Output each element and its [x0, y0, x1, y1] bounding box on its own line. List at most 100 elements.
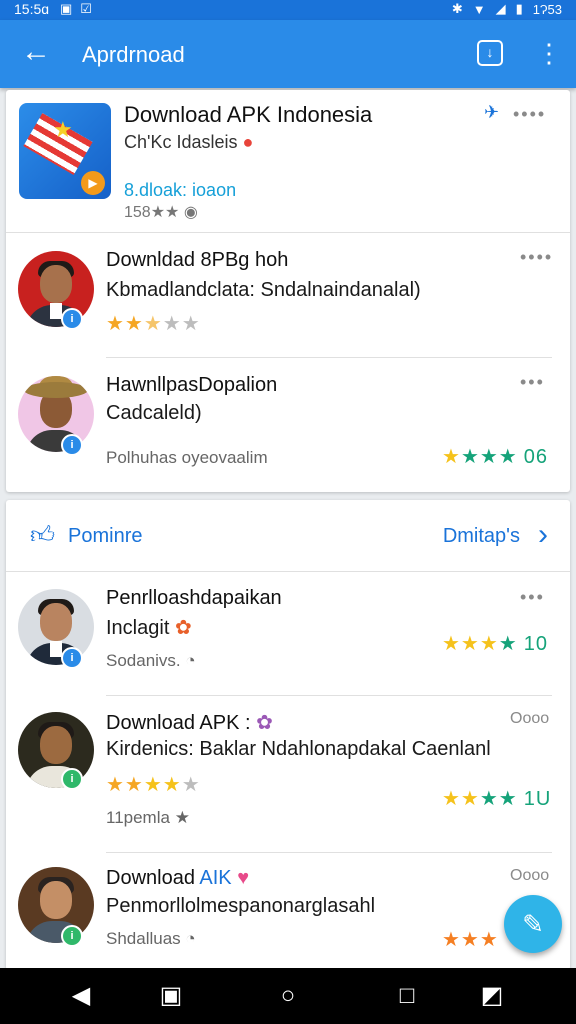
nav-home-icon[interactable]: ○ [273, 981, 303, 1011]
bluetooth-icon: ✱ [451, 1, 463, 16]
play-icon: ▶ [81, 171, 105, 195]
system-icons: ✱ ▼ ◢ ▮ 1Ɂ53 [452, 1, 562, 17]
heart-icon: ♥ [237, 867, 250, 889]
item-meta-text: 11pemla [106, 808, 170, 827]
avatar [18, 376, 94, 452]
item-subtitle: Kbmadlandclata: Sndalnaindanalal) [106, 279, 421, 301]
flower-icon: ✿ [174, 617, 192, 639]
item-title-text: Download [106, 867, 195, 889]
image-notification-icon: ▣ [60, 1, 73, 16]
list-item[interactable]: i Penrlloashdapaikan Inclagit ✿ Sodanivs… [6, 573, 570, 695]
avatar-face [40, 603, 72, 641]
section-header: 👍︎ Pominre Dmitap's › [6, 500, 570, 572]
verified-badge-icon: i [61, 925, 83, 947]
featured-link[interactable]: 8.dloak: ioaon [124, 180, 236, 201]
featured-title: Download APK Indonesia [124, 102, 373, 127]
item-subtitle: Penmorllolmespanonarglasahl [106, 895, 376, 917]
more-vert-icon[interactable]: ⋮ [536, 34, 562, 74]
nav-recents-icon[interactable]: □ [392, 981, 422, 1011]
item-subtitle-text: Inclagit [106, 617, 170, 639]
avatar-face [40, 726, 72, 764]
nav-overview-icon[interactable]: ◩ [477, 981, 507, 1011]
nav-back-icon[interactable]: ◀ [66, 981, 96, 1011]
app-bar-title: Aprdrnoad [82, 42, 185, 67]
verified-badge-icon: i [61, 768, 83, 790]
signal-icon: ◢ [495, 1, 506, 16]
rating-stars: ★★★★ 06 [442, 446, 548, 468]
avatar-collar [50, 641, 62, 657]
rating-score: 06 [523, 446, 548, 468]
popular-card: 👍︎ Pominre Dmitap's › i Penrlloashdapaik… [6, 500, 570, 970]
avatar-face [40, 265, 72, 303]
section-title: Pominre [68, 525, 143, 547]
item-more-icon[interactable]: •••• [520, 247, 553, 268]
item-meta: Polhuhas oyeovaalim [106, 448, 268, 467]
list-item[interactable]: i HawnllpasDopalion Cadcaleld) Polhuhas … [6, 358, 570, 492]
item-subtitle: Inclagit ✿ [106, 615, 192, 640]
item-title: Download APK : ✿ [106, 710, 273, 735]
status-bar: 15:5ɑ ▣ ☑ ✱ ▼ ◢ ▮ 1Ɂ53 [0, 0, 576, 20]
item-meta-text: Shdalluas [106, 929, 181, 948]
edit-fab[interactable]: ✎ [504, 895, 562, 953]
featured-row[interactable]: ★ ▶ Download APK Indonesia Ch'Kc Idaslei… [6, 90, 570, 232]
rating-stars: ★★★★ 10 [442, 633, 548, 655]
like-icon: 👍︎ [30, 522, 56, 549]
emoji-icon: ✿ [256, 712, 273, 734]
list-item[interactable]: i Download AIK ♥ Penmorllolmespanonargla… [6, 853, 570, 970]
avatar [18, 867, 94, 943]
check-notification-icon: ☑ [80, 1, 92, 16]
avatar-hat [24, 382, 88, 398]
apk-app-icon: ★ ▶ [19, 103, 111, 199]
verified-badge-icon: i [61, 647, 83, 669]
item-more-icon[interactable]: ••• [520, 372, 545, 393]
item-more-icon[interactable]: ••• [520, 587, 545, 608]
rating-stars: ★★★★ 1U [442, 788, 552, 810]
featured-subtitle: Ch'Kc Idasleis ● [124, 132, 253, 153]
clock-icon: ◔ [185, 651, 196, 670]
rating-score: 10 [523, 633, 548, 655]
list-item[interactable]: i Download APK : ✿ Kirdenics: Baklar Nda… [6, 696, 570, 852]
item-more-icon[interactable]: Oooo [510, 867, 549, 885]
notification-icons: ▣ ☑ [60, 1, 92, 17]
nav-app-icon[interactable]: ▣ [156, 981, 186, 1011]
section-more-link[interactable]: Dmitap's [443, 525, 520, 548]
star-icon: ★ [53, 117, 73, 142]
rating-score: 1U [523, 788, 552, 810]
clock-icon: ◔ [185, 929, 196, 948]
star-icon: ★ [174, 808, 190, 827]
rating-stars: ★★★ [442, 929, 499, 951]
download-icon[interactable]: ↓ [477, 40, 503, 66]
item-subtitle: Cadcaleld) [106, 402, 202, 424]
status-clock-right: 1Ɂ53 [532, 1, 562, 17]
app-bar: ← Aprdrnoad ↓ ⋮ [0, 20, 576, 88]
system-nav-bar: ◀ ▣ ○ □ ◩ [0, 968, 576, 1024]
item-meta: Sodanivs. ◔ [106, 651, 196, 671]
item-meta-text: Sodanivs. [106, 651, 181, 670]
featured-subtitle-text: Ch'Kc Idasleis [124, 132, 238, 152]
wifi-icon: ▼ [472, 1, 486, 17]
featured-meta: 158★★ ◉ [124, 202, 198, 222]
featured-more-icon[interactable]: •••• [513, 104, 546, 125]
verified-badge-icon: i [61, 434, 83, 456]
item-meta: 11pemla ★ [106, 808, 190, 828]
item-more-icon[interactable]: Oooo [510, 710, 549, 728]
avatar [18, 589, 94, 665]
rating-stars-top: ★★★★★ [106, 774, 201, 796]
chevron-right-icon[interactable]: › [538, 518, 548, 552]
rating-stars: ★★★★★ [106, 313, 201, 335]
list-item[interactable]: i Downldad 8PBg hoh Kbmadlandclata: Snda… [6, 233, 570, 357]
back-arrow-icon[interactable]: ← [20, 36, 52, 72]
item-subtitle: Kirdenics: Baklar Ndahlonapdakal Caenlan… [106, 738, 491, 760]
pin-icon[interactable]: ✈ [484, 102, 499, 123]
verified-badge-icon: i [61, 308, 83, 330]
featured-card: ★ ▶ Download APK Indonesia Ch'Kc Idaslei… [6, 90, 570, 492]
item-title-accent: AIK [199, 867, 232, 889]
featured-meta-text: 158★★ [124, 204, 180, 221]
item-title: Download AIK ♥ [106, 867, 249, 890]
item-title: Penrlloashdapaikan [106, 587, 282, 609]
emoji-icon: ● [242, 132, 254, 152]
item-title: Downldad 8PBg hoh [106, 249, 289, 271]
item-title: HawnllpasDopalion [106, 374, 278, 396]
download-count-icon: ◉ [183, 204, 198, 221]
item-meta: Shdalluas ◔ [106, 929, 196, 949]
